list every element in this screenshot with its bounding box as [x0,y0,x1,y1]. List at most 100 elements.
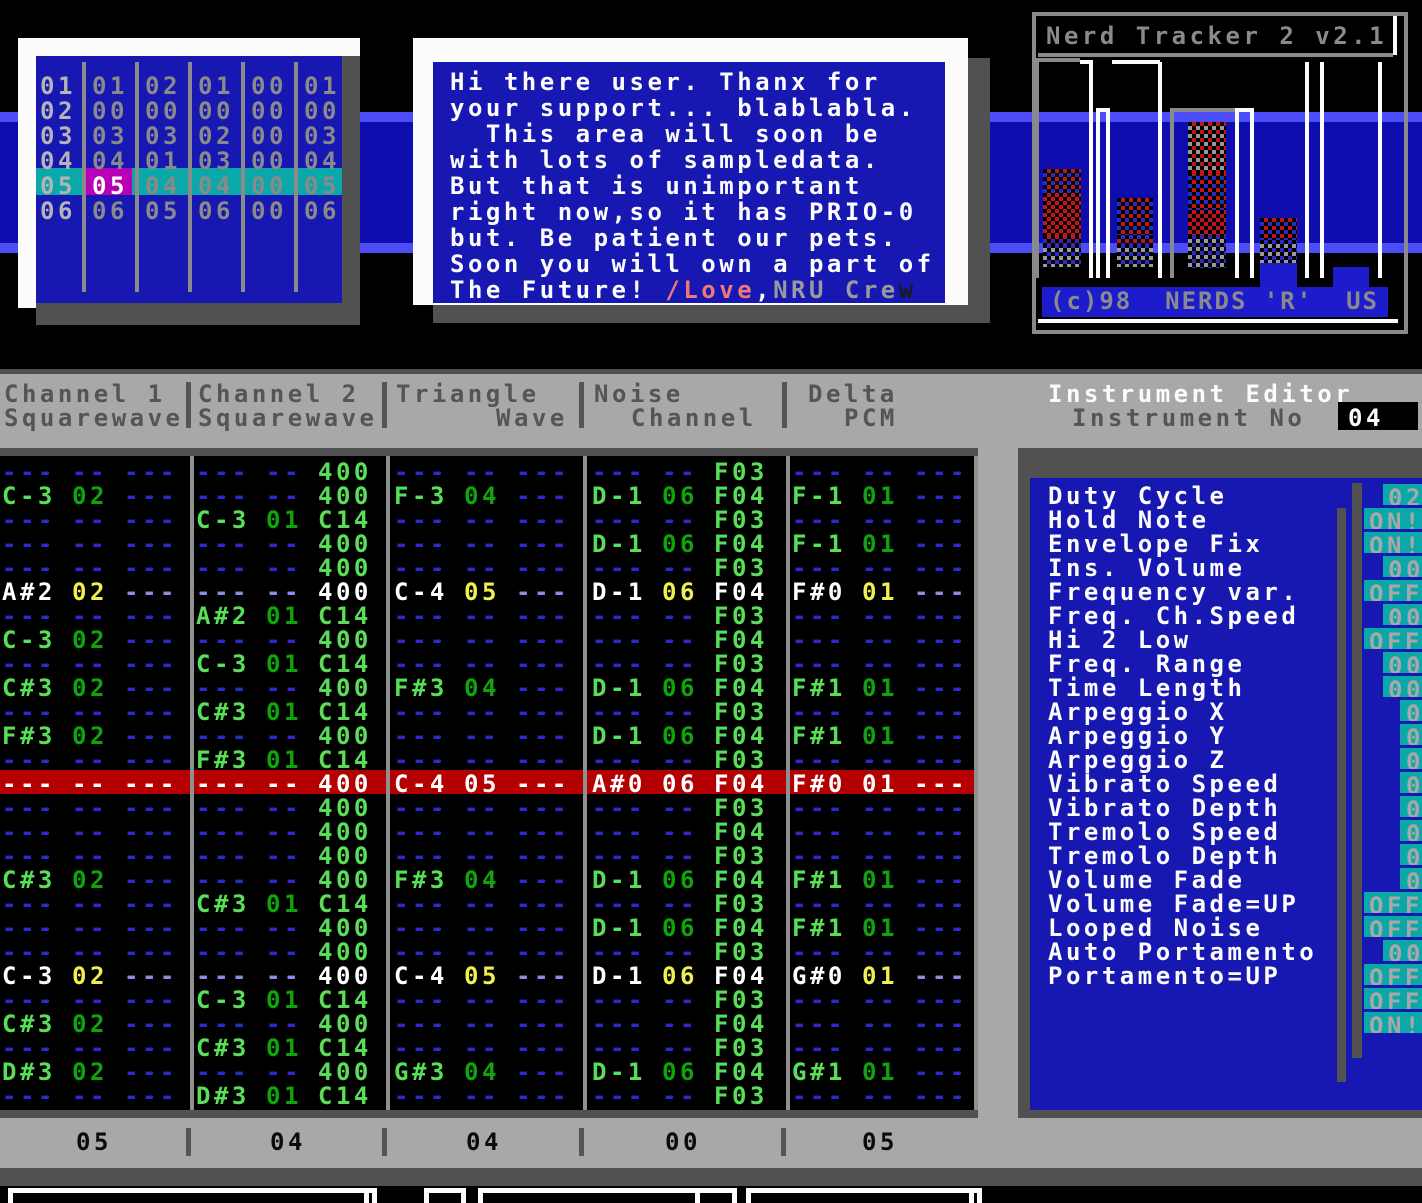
note-field[interactable]: --- [394,914,448,938]
note-field[interactable]: --- [196,530,250,554]
note-field[interactable]: --- [196,578,250,602]
param-value[interactable]: OFF [1364,892,1422,913]
effect-field[interactable]: F04 [714,1058,768,1082]
instrument-field[interactable]: -- [862,698,898,722]
effect-field[interactable]: --- [516,722,570,746]
effect-field[interactable]: --- [914,554,968,578]
note-field[interactable]: --- [592,1010,646,1034]
effect-field[interactable]: F04 [714,1010,768,1034]
note-field[interactable]: C#3 [196,698,250,722]
note-field[interactable]: --- [792,1010,846,1034]
instrument-field[interactable]: 01 [862,722,898,746]
instrument-field[interactable]: -- [266,938,302,962]
effect-field[interactable]: --- [914,938,968,962]
effect-field[interactable]: 400 [318,794,372,818]
effect-field[interactable]: --- [914,1010,968,1034]
effect-field[interactable]: --- [124,818,178,842]
order-cell[interactable]: 03 [304,122,340,150]
note-field[interactable]: --- [196,866,250,890]
effect-field[interactable]: --- [124,1058,178,1082]
order-cell[interactable]: 00 [145,97,181,125]
effect-field[interactable]: 400 [318,530,372,554]
note-field[interactable]: --- [592,794,646,818]
instrument-field[interactable]: -- [266,866,302,890]
instrument-field[interactable]: -- [72,458,108,482]
effect-field[interactable]: 400 [318,722,372,746]
note-field[interactable]: F#0 [792,770,846,794]
effect-field[interactable]: --- [516,938,570,962]
effect-field[interactable]: --- [914,650,968,674]
note-field[interactable]: C-3 [196,650,250,674]
instrument-field[interactable]: -- [72,986,108,1010]
note-field[interactable]: --- [592,458,646,482]
note-field[interactable]: C-3 [196,986,250,1010]
instrument-field[interactable]: -- [464,818,500,842]
instrument-field[interactable]: -- [862,1010,898,1034]
effect-field[interactable]: --- [516,1082,570,1106]
param-value[interactable]: 00 [1400,844,1422,865]
instrument-field[interactable]: -- [72,506,108,530]
effect-field[interactable]: --- [914,698,968,722]
effect-field[interactable]: F03 [714,794,768,818]
instrument-field[interactable]: -- [266,578,302,602]
effect-field[interactable]: --- [914,1058,968,1082]
note-field[interactable]: --- [792,1082,846,1106]
note-field[interactable]: --- [196,914,250,938]
instrument-field[interactable]: 01 [266,650,302,674]
order-cell[interactable]: 04 [145,172,181,200]
instrument-field[interactable]: -- [662,602,698,626]
instrument-field[interactable]: -- [72,1034,108,1058]
note-field[interactable]: --- [2,986,56,1010]
instrument-field[interactable]: -- [662,698,698,722]
instrument-field[interactable]: 06 [662,482,698,506]
note-field[interactable]: --- [394,554,448,578]
order-cell[interactable]: 03 [92,122,128,150]
effect-field[interactable]: F03 [714,842,768,866]
effect-field[interactable]: --- [914,1034,968,1058]
note-field[interactable]: F#1 [792,722,846,746]
note-field[interactable]: --- [792,938,846,962]
note-field[interactable]: --- [2,938,56,962]
note-field[interactable]: --- [2,698,56,722]
effect-field[interactable]: --- [516,626,570,650]
instrument-field[interactable]: -- [72,818,108,842]
note-field[interactable]: --- [196,1058,250,1082]
instrument-field[interactable]: -- [72,650,108,674]
instrument-field[interactable]: -- [862,1034,898,1058]
instrument-field[interactable]: -- [72,794,108,818]
order-cell[interactable]: 00 [251,97,287,125]
note-field[interactable]: F#1 [792,914,846,938]
instrument-field[interactable]: 06 [662,722,698,746]
instrument-field[interactable]: -- [862,890,898,914]
order-cell[interactable]: 03 [198,147,234,175]
effect-field[interactable]: 400 [318,674,372,698]
note-field[interactable]: --- [792,506,846,530]
param-value[interactable]: OFF [1364,988,1422,1009]
effect-field[interactable]: C14 [318,1034,372,1058]
effect-field[interactable]: 400 [318,626,372,650]
note-field[interactable]: --- [2,890,56,914]
instrument-field[interactable]: -- [862,602,898,626]
effect-field[interactable]: --- [516,578,570,602]
instrument-field[interactable]: -- [662,890,698,914]
param-value[interactable]: OFF [1364,964,1422,985]
note-field[interactable]: --- [2,794,56,818]
effect-field[interactable]: C14 [318,1082,372,1106]
instrument-field[interactable]: 01 [862,962,898,986]
effect-field[interactable]: --- [914,1082,968,1106]
note-field[interactable]: --- [394,626,448,650]
instrument-field[interactable]: 01 [862,578,898,602]
note-field[interactable]: C-3 [196,506,250,530]
effect-field[interactable]: --- [124,842,178,866]
scrollbar-track-inner[interactable] [1337,508,1346,1082]
effect-field[interactable]: --- [124,602,178,626]
instrument-field[interactable]: -- [662,818,698,842]
note-field[interactable]: --- [592,698,646,722]
note-field[interactable]: --- [394,986,448,1010]
effect-field[interactable]: --- [914,482,968,506]
effect-field[interactable]: --- [914,506,968,530]
effect-field[interactable]: --- [516,674,570,698]
effect-field[interactable]: 400 [318,842,372,866]
instrument-field[interactable]: -- [464,938,500,962]
note-field[interactable]: --- [592,554,646,578]
